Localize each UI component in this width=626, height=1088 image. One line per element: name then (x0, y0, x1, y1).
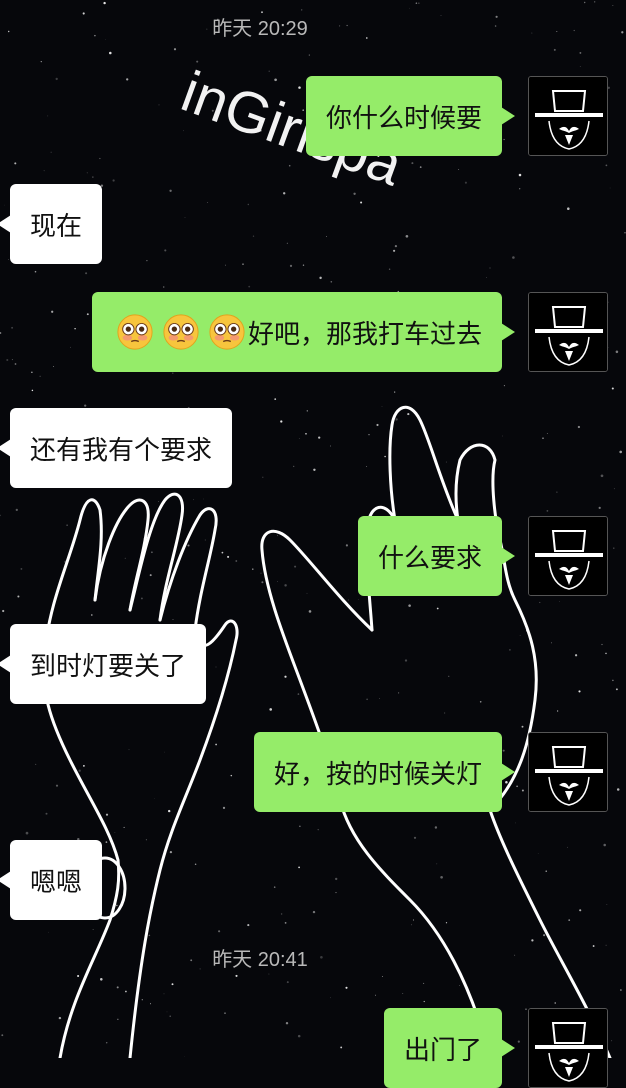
masked-figure-avatar-icon (529, 517, 607, 595)
message-text: 好，按的时候关灯 (273, 759, 482, 790)
message-bubble-sent[interactable]: 好吧，那我打车过去 (91, 292, 516, 372)
masked-figure-avatar-icon (529, 733, 607, 811)
message-text: 嗯嗯 (30, 867, 83, 898)
message-bubble-received[interactable]: 还有我有个要求 (0, 408, 233, 488)
avatar[interactable] (528, 516, 608, 596)
masked-figure-avatar-icon (529, 77, 607, 155)
message-text: 还有我有个要求 (30, 435, 213, 466)
timestamp: 昨天 20:41 (212, 949, 308, 971)
message-bubble-sent[interactable]: 出门了 (383, 1008, 516, 1088)
flushed-face-icon (209, 314, 245, 350)
flushed-face-icon (163, 314, 199, 350)
message-text: 到时灯要关了 (30, 651, 187, 682)
message-bubble-sent[interactable]: 你什么时候要 (305, 76, 516, 156)
avatar[interactable] (528, 292, 608, 372)
masked-figure-avatar-icon (529, 1009, 607, 1087)
timestamp: 昨天 20:29 (212, 18, 308, 40)
avatar[interactable] (528, 732, 608, 812)
flushed-face-icon (117, 314, 153, 350)
avatar[interactable] (528, 1008, 608, 1088)
message-bubble-received[interactable]: 现在 (0, 184, 103, 264)
masked-figure-avatar-icon (529, 293, 607, 371)
message-bubble-sent[interactable]: 什么要求 (357, 516, 516, 596)
message-text: 什么要求 (377, 543, 482, 574)
avatar[interactable] (528, 76, 608, 156)
message-text: 你什么时候要 (325, 103, 482, 134)
message-bubble-received[interactable]: 到时灯要关了 (0, 624, 207, 704)
message-bubble-received[interactable]: 嗯嗯 (0, 840, 103, 920)
message-text: 出门了 (403, 1035, 482, 1066)
message-text: 现在 (30, 211, 83, 242)
message-bubble-sent[interactable]: 好，按的时候关灯 (253, 732, 516, 812)
chat-view[interactable]: 昨天 20:29 你什么时候要 现在 好吧，那我打车过去 还有我有个要求 什么要… (0, 0, 626, 1088)
message-text: 好吧，那我打车过去 (247, 319, 482, 350)
